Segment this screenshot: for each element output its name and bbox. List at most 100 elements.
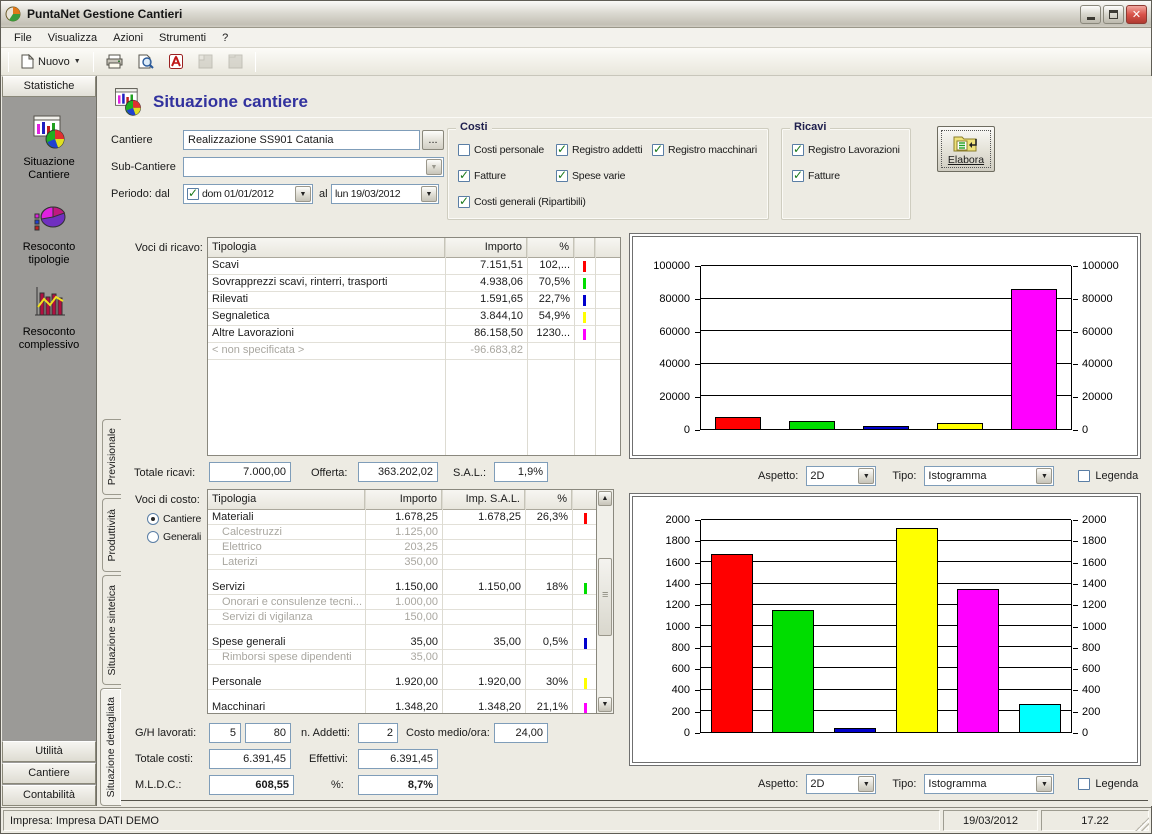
legenda-checkbox[interactable] <box>1078 778 1090 790</box>
sidebar-item-situazione-cantiere[interactable]: Situazione Cantiere <box>2 115 96 182</box>
table-row[interactable]: Altre Lavorazioni86.158,501230... <box>208 326 620 343</box>
checkbox-fatture[interactable]: Fatture <box>458 169 506 183</box>
checkbox-icon[interactable] <box>652 144 664 156</box>
checkbox-registro-macchinari[interactable]: Registro macchinari <box>652 143 757 157</box>
table-row[interactable]: Servizi1.150,001.150,0018% <box>208 580 596 595</box>
table-row[interactable]: Sovrapprezzi scavi, rinterri, trasporti4… <box>208 275 620 292</box>
elabora-button[interactable]: Elabora <box>937 126 995 172</box>
tab-situazione-sintetica[interactable]: Situazione sintetica <box>102 575 121 685</box>
menu-item-azioni[interactable]: Azioni <box>106 30 150 46</box>
table-row[interactable]: Spese generali35,0035,000,5% <box>208 635 596 650</box>
sidebar-header-statistiche[interactable]: Statistiche <box>2 76 96 97</box>
scroll-thumb[interactable] <box>598 558 612 636</box>
sidebar-button-utilita[interactable]: Utilità <box>2 741 96 762</box>
costi-table[interactable]: TipologiaImportoImp. S.A.L.%Materiali1.6… <box>207 489 597 714</box>
periodo-al-combo[interactable]: lun 19/03/2012 ▼ <box>331 184 439 204</box>
sidebar-button-contabilita[interactable]: Contabilità <box>2 785 96 806</box>
table-row[interactable] <box>208 665 596 675</box>
scroll-down-icon[interactable]: ▼ <box>598 697 612 712</box>
subcantiere-combo[interactable]: ▼ <box>183 157 444 177</box>
periodo-dal-combo[interactable]: dom 01/01/2012 ▼ <box>183 184 313 204</box>
nuovo-dropdown-arrow-icon[interactable]: ▼ <box>74 58 81 65</box>
menu-item-help[interactable]: ? <box>215 30 235 46</box>
periodo-dal-checkbox[interactable] <box>187 188 199 200</box>
checkbox-icon[interactable] <box>458 144 470 156</box>
checkbox-icon[interactable] <box>792 144 804 156</box>
gh-giorni-input[interactable]: 5 <box>209 723 241 743</box>
column-header[interactable]: % <box>527 238 574 257</box>
checkbox-fatture[interactable]: Fatture <box>792 169 840 183</box>
gh-ore-input[interactable]: 80 <box>245 723 291 743</box>
radio-cantiere[interactable]: Cantiere <box>147 512 201 526</box>
tab-produttivit-[interactable]: Produttività <box>102 498 121 572</box>
aspetto-combo[interactable]: 2D▼ <box>806 774 876 794</box>
checkbox-icon[interactable] <box>556 170 568 182</box>
table-row[interactable]: Elettrico203,25 <box>208 540 596 555</box>
maximize-button[interactable] <box>1103 5 1124 24</box>
print-preview-button[interactable] <box>132 51 160 73</box>
chevron-down-icon[interactable]: ▼ <box>1036 468 1052 484</box>
table-row[interactable]: Scavi7.151,51102,... <box>208 258 620 275</box>
tab-situazione-dettagliata[interactable]: Situazione dettagliata <box>100 688 121 806</box>
column-header[interactable]: Tipologia <box>208 490 365 509</box>
column-header[interactable]: Importo <box>445 238 527 257</box>
menu-item-file[interactable]: File <box>7 30 39 46</box>
table-row[interactable]: Materiali1.678,251.678,2526,3% <box>208 510 596 525</box>
checkbox-icon[interactable] <box>458 170 470 182</box>
scroll-up-icon[interactable]: ▲ <box>598 491 612 506</box>
aspetto-combo[interactable]: 2D▼ <box>806 466 876 486</box>
table-row[interactable]: Calcestruzzi1.125,00 <box>208 525 596 540</box>
table-row[interactable]: Macchinari1.348,201.348,2021,1% <box>208 700 596 714</box>
checkbox-icon[interactable] <box>792 170 804 182</box>
sidebar-item-resoconto-tipologie[interactable]: Resoconto tipologie <box>2 200 96 267</box>
chevron-down-icon[interactable]: ▼ <box>858 776 874 792</box>
checkbox-costi-personale[interactable]: Costi personale <box>458 143 544 157</box>
tab-previsionale[interactable]: Previsionale <box>102 419 121 495</box>
table-row[interactable]: Servizi di vigilanza150,00 <box>208 610 596 625</box>
addetti-input[interactable]: 2 <box>358 723 398 743</box>
sidebar-button-cantiere[interactable]: Cantiere <box>2 763 96 784</box>
radio-cantiere-icon[interactable] <box>147 513 159 525</box>
menu-item-visualizza[interactable]: Visualizza <box>41 30 104 46</box>
chevron-down-icon[interactable]: ▼ <box>421 186 437 202</box>
menu-item-strumenti[interactable]: Strumenti <box>152 30 213 46</box>
ricavi-table[interactable]: TipologiaImporto%Scavi7.151,51102,...Sov… <box>207 237 621 456</box>
costi-table-scrollbar[interactable]: ▲ ▼ <box>597 489 614 714</box>
cantiere-input[interactable]: Realizzazione SS901 Catania <box>183 130 420 150</box>
cantiere-browse-button[interactable]: ... <box>422 130 444 150</box>
radio-generali-icon[interactable] <box>147 531 159 543</box>
legenda-checkbox[interactable] <box>1078 470 1090 482</box>
table-row[interactable] <box>208 690 596 700</box>
radio-generali[interactable]: Generali <box>147 530 201 544</box>
checkbox-costi-generali-ripartibili-[interactable]: Costi generali (Ripartibili) <box>458 195 586 209</box>
table-row[interactable]: Segnaletica3.844,1054,9% <box>208 309 620 326</box>
column-header[interactable]: Importo <box>365 490 442 509</box>
chevron-down-icon[interactable]: ▼ <box>295 186 311 202</box>
export-pdf-button[interactable] <box>163 51 189 73</box>
tipo-combo[interactable]: Istogramma▼ <box>924 774 1054 794</box>
table-row[interactable]: Rimborsi spese dipendenti35,00 <box>208 650 596 665</box>
nuovo-button[interactable]: Nuovo ▼ <box>15 51 87 73</box>
table-row[interactable]: Personale1.920,001.920,0030% <box>208 675 596 690</box>
chevron-down-icon[interactable]: ▼ <box>1036 776 1052 792</box>
resize-grip[interactable] <box>1135 817 1149 831</box>
checkbox-registro-addetti[interactable]: Registro addetti <box>556 143 642 157</box>
table-row[interactable]: Laterizi350,00 <box>208 555 596 570</box>
table-row[interactable] <box>208 625 596 635</box>
chevron-down-icon[interactable]: ▼ <box>858 468 874 484</box>
table-row[interactable]: Rilevati1.591,6522,7% <box>208 292 620 309</box>
table-row[interactable] <box>208 570 596 580</box>
checkbox-spese-varie[interactable]: Spese varie <box>556 169 625 183</box>
checkbox-icon[interactable] <box>556 144 568 156</box>
checkbox-registro-lavorazioni[interactable]: Registro Lavorazioni <box>792 143 900 157</box>
close-button[interactable]: ✕ <box>1126 5 1147 24</box>
table-row[interactable]: < non specificata >-96.683,82 <box>208 343 620 360</box>
print-button[interactable] <box>100 51 129 73</box>
sidebar-item-resoconto-complessivo[interactable]: Resoconto complessivo <box>2 285 96 352</box>
costo-medio-input[interactable]: 24,00 <box>494 723 548 743</box>
checkbox-icon[interactable] <box>458 196 470 208</box>
column-header[interactable]: Tipologia <box>208 238 445 257</box>
column-header[interactable]: % <box>525 490 572 509</box>
tipo-combo[interactable]: Istogramma▼ <box>924 466 1054 486</box>
column-header[interactable]: Imp. S.A.L. <box>442 490 525 509</box>
